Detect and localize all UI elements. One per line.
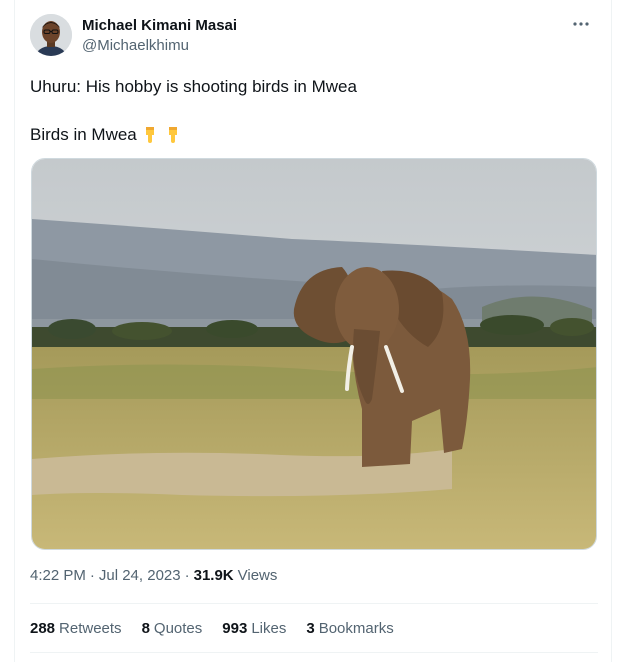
more-dots-icon: [573, 22, 589, 26]
tweet-stats: 288 Retweets 8 Quotes 993 Likes 3 Bookmarks: [30, 619, 414, 639]
tweet-photo[interactable]: [31, 158, 597, 550]
author-handle[interactable]: @Michaelkhimu: [82, 36, 237, 56]
tweet: Michael Kimani Masai @Michaelkhimu Uhuru…: [16, 0, 612, 662]
tweet-meta: 4:22 PM · Jul 24, 2023 · 31.9K Views: [30, 566, 277, 586]
stat-bookmarks[interactable]: 3 Bookmarks: [306, 619, 393, 639]
stat-quotes[interactable]: 8 Quotes: [142, 619, 203, 639]
stat-label: Bookmarks: [318, 620, 394, 637]
tweet-text-line-2-container: Birds in Mwea: [30, 124, 183, 146]
elephant-photo: [32, 159, 596, 549]
divider: [30, 603, 598, 604]
stat-count: 8: [141, 620, 150, 637]
author-display-name[interactable]: Michael Kimani Masai: [82, 16, 237, 36]
tweet-timestamp-time[interactable]: 4:22 PM: [30, 566, 86, 586]
stat-count: 288: [30, 620, 56, 637]
avatar[interactable]: [30, 14, 72, 56]
stat-count: 3: [306, 620, 315, 637]
views-label: Views: [237, 567, 278, 584]
pointing-down-emoji: [168, 127, 177, 143]
stat-label: Retweets: [59, 620, 122, 637]
tweet-text-line-1: Uhuru: His hobby is shooting birds in Mw…: [30, 77, 357, 96]
meta-separator: ·: [184, 567, 190, 584]
frame-border-left: [14, 0, 15, 662]
more-options-button[interactable]: [566, 14, 596, 38]
stat-label: Quotes: [153, 620, 203, 637]
stat-likes[interactable]: 993 Likes: [222, 619, 286, 639]
stat-count: 993: [222, 620, 248, 637]
author-names: Michael Kimani Masai @Michaelkhimu: [82, 16, 237, 56]
avatar-image: [30, 14, 72, 56]
stat-label: Likes: [251, 620, 287, 637]
stat-retweets[interactable]: 288 Retweets: [30, 619, 122, 639]
tweet-header: Michael Kimani Masai @Michaelkhimu: [30, 14, 598, 58]
pointing-down-emoji: [145, 127, 154, 143]
views-count: 31.9K: [193, 567, 234, 584]
tweet-timestamp-date[interactable]: Jul 24, 2023: [99, 566, 181, 586]
divider: [30, 652, 598, 653]
tweet-text-line-2: Birds in Mwea: [30, 125, 137, 144]
meta-separator: ·: [89, 567, 95, 584]
